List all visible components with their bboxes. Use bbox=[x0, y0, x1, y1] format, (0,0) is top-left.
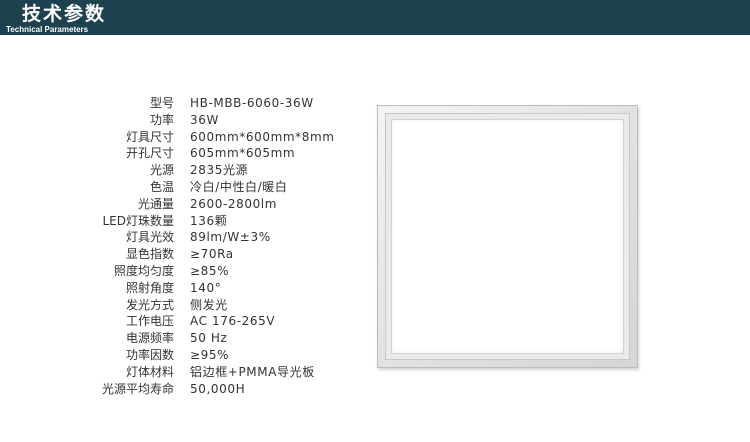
spec-value: AC 176-265V bbox=[190, 314, 276, 329]
spec-value: 89lm/W±3% bbox=[190, 230, 271, 245]
spec-row: 光源 2835光源 bbox=[0, 162, 360, 179]
spec-label: 光源 bbox=[149, 163, 174, 178]
spec-row: 工作电压 AC 176-265V bbox=[0, 313, 360, 330]
spec-row: 光通量 2600-2800lm bbox=[0, 196, 360, 213]
spec-row: 灯具尺寸 600mm*600mm*8mm bbox=[0, 129, 360, 146]
spec-label: 灯体材料 bbox=[125, 364, 174, 379]
spec-label: 灯具光效 bbox=[125, 230, 174, 245]
spec-row: LED灯珠数量 136颗 bbox=[0, 213, 360, 230]
spec-label: 照射角度 bbox=[125, 280, 174, 295]
spec-row: 灯体材料 铝边框+PMMA导光板 bbox=[0, 364, 360, 381]
spec-row: 功率 36W bbox=[0, 112, 360, 129]
spec-row: 发光方式 侧发光 bbox=[0, 297, 360, 314]
page-subtitle: Technical Parameters bbox=[6, 25, 89, 34]
spec-value: 2835光源 bbox=[190, 163, 249, 178]
spec-label: 功率 bbox=[149, 112, 174, 127]
spec-value: 600mm*600mm*8mm bbox=[190, 129, 335, 144]
spec-value: 36W bbox=[190, 112, 219, 127]
spec-list: 型号 HB-MBB-6060-36W 功率 36W 灯具尺寸 600mm*600mm*8m… bbox=[0, 95, 360, 397]
spec-row: 光源平均寿命 50,000H bbox=[0, 381, 360, 398]
spec-label: 电源频率 bbox=[125, 331, 174, 346]
spec-value: 140° bbox=[190, 280, 222, 295]
spec-row: 灯具光效 89lm/W±3% bbox=[0, 229, 360, 246]
spec-label: 型号 bbox=[149, 96, 174, 110]
spec-value: 铝边框+PMMA导光板 bbox=[190, 364, 315, 379]
spec-label: 色温 bbox=[149, 179, 174, 194]
spec-row: 照射角度 140° bbox=[0, 280, 360, 297]
spec-value: 侧发光 bbox=[190, 297, 228, 312]
spec-value: ≥85% bbox=[190, 263, 230, 278]
spec-value: 50,000H bbox=[190, 381, 246, 396]
spec-value: 605mm*605mm bbox=[190, 146, 296, 161]
spec-row: 型号 HB-MBB-6060-36W bbox=[0, 95, 360, 112]
spec-value: 冷白/中性白/暖白 bbox=[190, 179, 288, 194]
spec-row: 电源频率 50 Hz bbox=[0, 330, 360, 347]
header-bar: 技术参数 Technical Parameters bbox=[0, 0, 750, 35]
spec-label: 开孔尺寸 bbox=[125, 146, 174, 161]
spec-label: 工作电压 bbox=[125, 314, 174, 329]
panel-light-surface bbox=[391, 119, 624, 354]
page-title: 技术参数 bbox=[22, 3, 107, 25]
spec-label: 显色指数 bbox=[125, 247, 174, 262]
spec-row: 功率因数 ≥95% bbox=[0, 347, 360, 364]
spec-label: 光源平均寿命 bbox=[101, 381, 174, 396]
spec-value: HB-MBB-6060-36W bbox=[190, 96, 314, 110]
spec-row: 色温 冷白/中性白/暖白 bbox=[0, 179, 360, 196]
spec-label: 灯具尺寸 bbox=[125, 129, 174, 144]
spec-label: 照度均匀度 bbox=[113, 263, 174, 278]
spec-label: LED灯珠数量 bbox=[102, 213, 174, 228]
spec-row: 显色指数 ≥70Ra bbox=[0, 246, 360, 263]
spec-value: ≥95% bbox=[190, 347, 230, 362]
spec-label: 光通量 bbox=[137, 196, 174, 211]
spec-row: 照度均匀度 ≥85% bbox=[0, 263, 360, 280]
spec-value: 50 Hz bbox=[190, 331, 228, 346]
spec-value: 2600-2800lm bbox=[190, 196, 278, 211]
spec-value: 136颗 bbox=[190, 213, 228, 228]
led-panel-image bbox=[377, 105, 638, 368]
spec-value: ≥70Ra bbox=[190, 247, 234, 262]
spec-row: 开孔尺寸 605mm*605mm bbox=[0, 145, 360, 162]
spec-label: 发光方式 bbox=[125, 297, 174, 312]
spec-label: 功率因数 bbox=[125, 347, 174, 362]
panel-frame-bevel bbox=[385, 113, 630, 360]
